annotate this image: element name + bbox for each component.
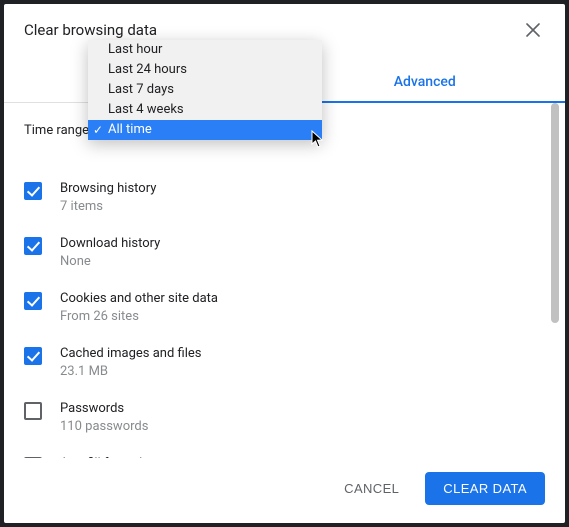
clear-data-button[interactable]: CLEAR DATA (425, 472, 545, 505)
checkbox-cached[interactable] (24, 347, 42, 365)
dropdown-option[interactable]: Last 24 hours (88, 60, 322, 80)
item-detail: 7 items (60, 199, 156, 214)
scrollbar-thumb[interactable] (551, 103, 559, 323)
list-item[interactable]: Passwords 110 passwords (24, 390, 535, 445)
tab-advanced[interactable]: Advanced (285, 62, 566, 102)
item-detail: 110 passwords (60, 419, 148, 434)
dialog-title: Clear browsing data (24, 21, 157, 39)
list-item[interactable]: Cookies and other site data From 26 site… (24, 280, 535, 335)
item-label: Cookies and other site data (60, 291, 218, 306)
item-detail: 23.1 MB (60, 364, 201, 379)
list-item[interactable]: Download history None (24, 225, 535, 280)
cancel-button[interactable]: CANCEL (326, 472, 417, 505)
close-icon (526, 23, 540, 37)
list-item[interactable]: Browsing history 7 items (24, 170, 535, 225)
item-label: Download history (60, 236, 160, 251)
item-detail: From 26 sites (60, 309, 218, 324)
dialog-footer: CANCEL CLEAR DATA (4, 458, 565, 523)
item-label: Passwords (60, 401, 148, 416)
item-label: Browsing history (60, 181, 156, 196)
list-item[interactable]: Autofill form data (24, 445, 535, 458)
dialog-body: Time range Browsing history 7 items Down… (4, 103, 565, 458)
clear-browsing-data-dialog: Clear browsing data Basic Advanced Time … (4, 4, 565, 523)
item-detail: None (60, 254, 160, 269)
item-label: Cached images and files (60, 346, 201, 361)
dropdown-option[interactable]: Last hour (88, 40, 322, 60)
dropdown-option-selected[interactable]: All time (88, 120, 322, 140)
list-item[interactable]: Cached images and files 23.1 MB (24, 335, 535, 390)
item-label: Autofill form data (60, 456, 161, 458)
time-range-dropdown[interactable]: Last hour Last 24 hours Last 7 days Last… (88, 40, 322, 140)
checkbox-download-history[interactable] (24, 237, 42, 255)
checkbox-browsing-history[interactable] (24, 182, 42, 200)
data-type-list: Browsing history 7 items Download histor… (24, 170, 565, 458)
checkbox-autofill[interactable] (24, 457, 42, 458)
dropdown-option[interactable]: Last 4 weeks (88, 100, 322, 120)
checkbox-cookies[interactable] (24, 292, 42, 310)
dropdown-option[interactable]: Last 7 days (88, 80, 322, 100)
close-button[interactable] (521, 18, 545, 42)
checkbox-passwords[interactable] (24, 402, 42, 420)
